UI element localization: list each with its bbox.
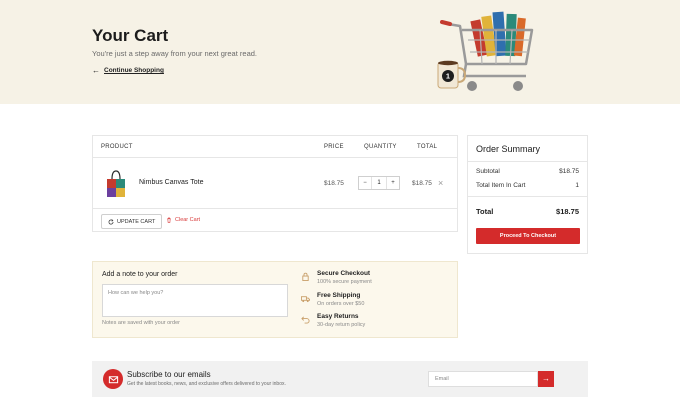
cart-item-price: $18.75: [324, 180, 344, 187]
perk-subtitle: 100% secure payment: [317, 279, 372, 285]
tote-bag-thumbnail: [107, 170, 125, 197]
col-price-header: PRICE: [324, 144, 344, 150]
remove-item-button[interactable]: ×: [438, 178, 443, 188]
total-row: Total $18.75: [476, 207, 579, 216]
col-total-header: TOTAL: [417, 144, 438, 150]
page-title: Your Cart: [92, 26, 169, 45]
clear-cart-label: Clear Cart: [175, 217, 201, 223]
col-quantity-header: QUANTITY: [364, 144, 397, 150]
decrease-quantity-button[interactable]: −: [359, 180, 371, 186]
item-count-row: Total Item In Cart 1: [476, 182, 579, 189]
refresh-icon: [108, 218, 114, 224]
perk-subtitle: 30-day return policy: [317, 322, 366, 328]
cart-table-header: PRODUCT PRICE QUANTITY TOTAL: [93, 136, 457, 158]
order-note-label: Add a note to your order: [102, 271, 178, 278]
subtotal-label: Subtotal: [476, 168, 500, 175]
email-field[interactable]: [428, 371, 538, 387]
divider: [468, 196, 587, 197]
newsletter-icon: [103, 369, 123, 389]
order-note-hint: Notes are saved with your order: [102, 320, 180, 326]
order-summary: Order Summary Subtotal $18.75 Total Item…: [467, 135, 588, 254]
perk-title: Free Shipping: [317, 292, 361, 299]
col-product-header: PRODUCT: [101, 144, 133, 150]
quantity-value[interactable]: 1: [371, 177, 387, 189]
continue-shopping-label: Continue Shopping: [104, 67, 164, 74]
perk-secure-checkout: Secure Checkout 100% secure payment: [301, 270, 372, 285]
clear-cart-button[interactable]: Clear Cart: [166, 217, 200, 223]
newsletter-bar: Subscribe to our emails Get the latest b…: [92, 361, 588, 397]
total-label: Total: [476, 207, 494, 216]
return-icon: [301, 316, 310, 324]
trash-icon: [167, 217, 171, 223]
newsletter-description: Get the latest books, news, and exclusiv…: [127, 381, 286, 387]
subscribe-submit-button[interactable]: →: [538, 371, 554, 387]
subtotal-value: $18.75: [559, 168, 579, 175]
subtotal-row: Subtotal $18.75: [476, 168, 579, 175]
cart-item-name[interactable]: Nimbus Canvas Tote: [139, 179, 203, 186]
page-subtitle: You're just a step away from your next g…: [92, 49, 257, 58]
cart-item-row: Nimbus Canvas Tote $18.75 − 1 + $18.75 ×: [93, 159, 457, 209]
cart-hero: Your Cart You're just a step away from y…: [0, 0, 680, 104]
continue-shopping-link[interactable]: ← Continue Shopping: [92, 66, 164, 75]
item-count-value: 1: [575, 182, 579, 189]
cart-item-total: $18.75: [412, 180, 432, 187]
shopping-cart-illustration: 1: [437, 11, 534, 91]
quantity-stepper: − 1 +: [358, 176, 400, 190]
perk-title: Secure Checkout: [317, 270, 371, 277]
order-summary-title: Order Summary: [476, 144, 541, 154]
order-note-textarea[interactable]: [102, 284, 288, 317]
arrow-left-icon: ←: [92, 66, 100, 75]
perk-free-shipping: Free Shipping On orders over $50: [301, 292, 364, 307]
cart-table: PRODUCT PRICE QUANTITY TOTAL Nimbus Canv…: [92, 135, 458, 232]
divider: [468, 161, 587, 162]
item-count-label: Total Item In Cart: [476, 182, 526, 189]
update-cart-button[interactable]: UPDATE CART: [101, 214, 163, 229]
increase-quantity-button[interactable]: +: [387, 180, 399, 186]
newsletter-title: Subscribe to our emails: [127, 370, 211, 379]
perk-easy-returns: Easy Returns 30-day return policy: [301, 313, 365, 328]
proceed-to-checkout-button[interactable]: Proceed To Checkout: [476, 228, 580, 244]
truck-icon: [301, 296, 310, 303]
lock-icon: [302, 272, 309, 281]
update-cart-label: UPDATE CART: [117, 218, 156, 225]
perk-title: Easy Returns: [317, 313, 359, 320]
total-value: $18.75: [556, 207, 579, 216]
cart-count-badge: 1: [446, 72, 450, 81]
perk-subtitle: On orders over $50: [317, 301, 365, 307]
mail-icon: [108, 375, 118, 383]
order-note-panel: Add a note to your order Notes are saved…: [92, 261, 458, 338]
